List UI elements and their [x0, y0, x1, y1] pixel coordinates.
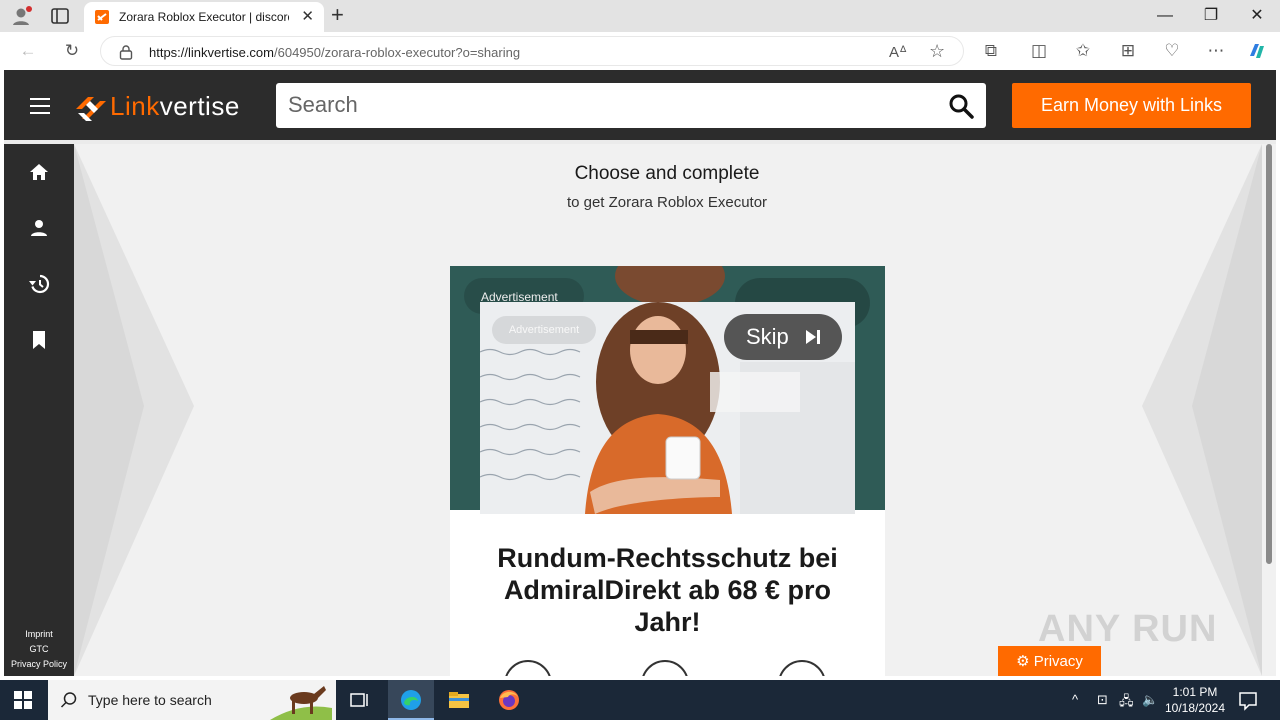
sidebar: Imprint GTC Privacy Policy [4, 144, 74, 676]
taskbar-search[interactable]: Type here to search [48, 680, 336, 720]
gear-icon: ⚙ [1016, 653, 1030, 670]
close-tab-icon[interactable]: ✕ [301, 9, 314, 25]
browser-essentials-icon[interactable]: ♡ [1161, 40, 1183, 62]
linkvertise-favicon-icon [95, 10, 109, 24]
collections-icon[interactable]: ⊞ [1117, 40, 1139, 62]
minimize-icon[interactable]: — [1142, 0, 1188, 32]
logo-text-link: Link [110, 91, 160, 121]
taskbar-clock[interactable]: 1:01 PM 10/18/2024 [1160, 684, 1230, 716]
site-header: Linkvertise Earn Money with Links [4, 70, 1276, 140]
page-scrollbar[interactable] [1262, 144, 1276, 676]
windows-taskbar: Type here to search ^ ⊡ 🖧 🔈 1:01 PM 10/1… [0, 680, 1280, 720]
edge-icon [401, 690, 421, 710]
tab-title: Zorara Roblox Executor | discord [119, 10, 289, 24]
ad-option-icon[interactable] [504, 660, 552, 676]
search-icon[interactable] [948, 93, 974, 119]
ad-card[interactable]: Advertisement Advertisement Skip Rundum-… [450, 266, 885, 676]
network-icon[interactable]: 🖧 [1119, 692, 1134, 714]
ad-image[interactable]: Advertisement Skip [480, 302, 855, 514]
sidebar-footer-links: Imprint GTC Privacy Policy [4, 627, 74, 672]
device-icon[interactable]: ⊡ [1097, 692, 1108, 708]
search-input[interactable] [288, 89, 928, 121]
web-page: Linkvertise Earn Money with Links [4, 70, 1276, 676]
navigation-bar: ← ↻ https://linkvertise.com/604950/zorar… [0, 32, 1280, 70]
history-icon[interactable] [28, 273, 50, 295]
skip-next-icon [806, 330, 820, 344]
read-aloud-icon[interactable]: Aᐞ [889, 43, 907, 61]
search-icon [60, 692, 77, 708]
skip-ad-button[interactable]: Skip [724, 314, 842, 360]
back-icon[interactable]: ← [17, 40, 39, 62]
file-explorer-icon[interactable] [447, 688, 471, 712]
clock-date: 10/18/2024 [1164, 701, 1226, 715]
decorative-left-chevron [74, 144, 194, 676]
okapi-search-highlight-icon [270, 686, 332, 720]
ad-option-icon[interactable] [778, 660, 826, 676]
taskbar-edge-active[interactable] [388, 680, 434, 720]
hamburger-menu-icon[interactable] [30, 98, 50, 114]
refresh-icon[interactable]: ↻ [61, 40, 83, 62]
new-tab-icon[interactable]: + [331, 4, 344, 26]
favorites-icon[interactable]: ✩ [1072, 40, 1094, 62]
windows-start-icon[interactable] [14, 691, 32, 709]
anyrun-watermark: ANY RUN [1038, 608, 1218, 650]
tab-actions-icon[interactable] [50, 6, 70, 26]
ad-option-icon[interactable] [641, 660, 689, 676]
copilot-icon[interactable] [1246, 40, 1268, 62]
tab-strip: Zorara Roblox Executor | discord ✕ + — ❐… [0, 0, 1280, 32]
browser-window: Zorara Roblox Executor | discord ✕ + — ❐… [0, 0, 1280, 680]
close-window-icon[interactable]: ✕ [1234, 0, 1280, 32]
firefox-icon[interactable] [497, 688, 521, 712]
volume-icon[interactable]: 🔈 [1142, 692, 1158, 708]
profile-icon[interactable] [10, 5, 32, 27]
logo-text-vertise: vertise [159, 91, 240, 121]
ad-option-icons [480, 660, 855, 676]
favorite-star-icon[interactable]: ☆ [929, 41, 945, 62]
clock-time: 1:01 PM [1172, 685, 1218, 699]
address-bar[interactable]: https://linkvertise.com/604950/zorara-ro… [100, 36, 964, 66]
ad-title[interactable]: Rundum-Rechtsschutz bei AdmiralDirekt ab… [480, 542, 855, 638]
task-view-icon[interactable] [348, 688, 372, 712]
linkvertise-logo[interactable]: Linkvertise [74, 89, 254, 123]
browser-tab[interactable]: Zorara Roblox Executor | discord ✕ [84, 2, 324, 32]
page-title: Choose and complete [574, 163, 760, 184]
more-menu-icon[interactable]: ⋯ [1205, 40, 1227, 62]
url-text[interactable]: https://linkvertise.com/604950/zorara-ro… [149, 45, 520, 60]
lock-icon[interactable] [119, 44, 133, 60]
search-bar [276, 83, 986, 128]
taskbar-search-text: Type here to search [88, 692, 212, 708]
page-subtitle: to get Zorara Roblox Executor [566, 194, 768, 211]
gtc-link[interactable]: GTC [4, 642, 74, 657]
home-icon[interactable] [28, 161, 50, 183]
user-icon[interactable] [28, 217, 50, 239]
decorative-right-chevron [1142, 144, 1262, 676]
advertisement-label: Advertisement [492, 316, 596, 344]
linkvertise-logo-icon [76, 97, 106, 121]
scrollbar-thumb[interactable] [1266, 144, 1272, 564]
earn-money-button[interactable]: Earn Money with Links [1012, 83, 1251, 128]
notifications-icon[interactable] [1236, 688, 1260, 712]
bookmark-icon[interactable] [28, 329, 50, 351]
main-content: Choose and complete to get Zorara Roblox… [74, 144, 1262, 676]
imprint-link[interactable]: Imprint [4, 627, 74, 642]
maximize-icon[interactable]: ❐ [1188, 0, 1234, 32]
privacy-policy-link[interactable]: Privacy Policy [4, 657, 74, 672]
split-screen-icon[interactable]: ◫ [1028, 40, 1050, 62]
extensions-icon[interactable]: ⧉ [980, 40, 1002, 62]
tray-overflow-icon[interactable]: ^ [1072, 692, 1078, 707]
ad-background-person-image [615, 266, 725, 306]
